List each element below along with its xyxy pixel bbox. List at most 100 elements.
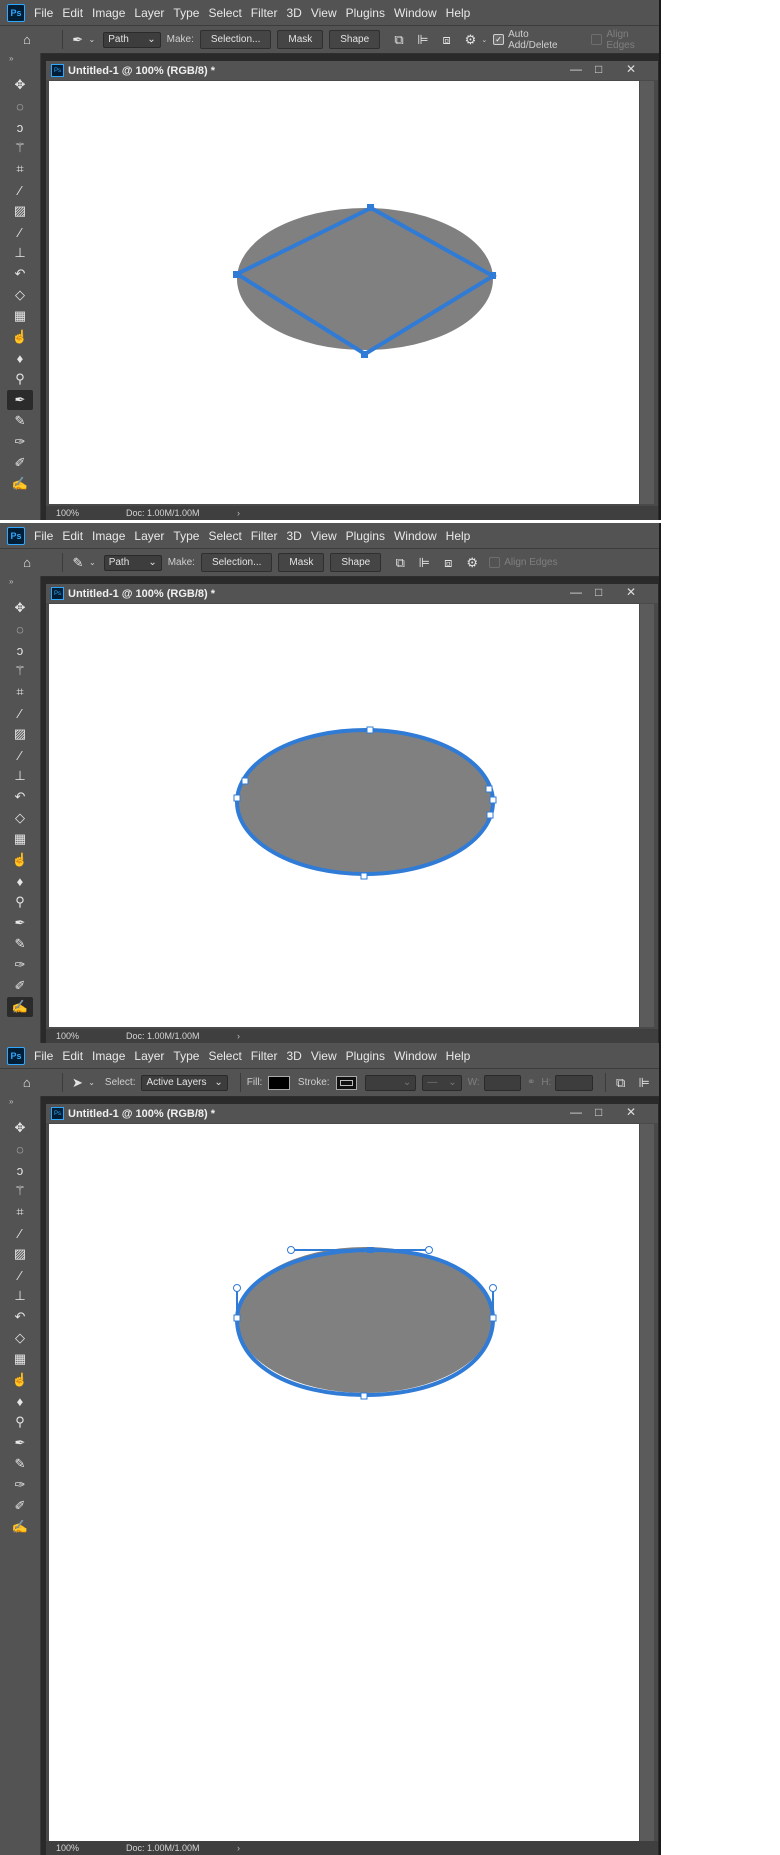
anchor-point[interactable] [360,872,368,880]
lasso-icon[interactable]: ↄ [7,1160,33,1180]
direction-handle[interactable] [233,1284,241,1292]
menu-plugins[interactable]: Plugins [346,529,393,543]
pen-icon[interactable]: ✒ [7,1433,33,1453]
chevron-down-icon[interactable]: ⌄ [481,36,487,44]
brush-icon[interactable]: ∕ [7,222,33,242]
menu-edit[interactable]: Edit [62,529,91,543]
pen-icon[interactable]: ✒ [7,913,33,933]
menu-filter[interactable]: Filter [251,6,286,20]
chevron-down-icon[interactable]: ⌄ [89,558,96,567]
convert-point-icon[interactable]: ✍ [7,1517,33,1537]
menu-plugins[interactable]: Plugins [346,6,393,20]
menu-window[interactable]: Window [394,529,445,543]
ellipse-marquee-icon[interactable]: ◌ [7,619,33,639]
anchor-point[interactable] [367,1247,374,1253]
anchor-point[interactable] [486,811,494,819]
blur-icon[interactable]: ♦ [7,348,33,368]
freeform-pen-icon[interactable]: ✎ [7,411,33,431]
menu-filter[interactable]: Filter [251,529,286,543]
document-tab[interactable]: Ps Untitled-1 @ 100% (RGB/8) * — □ ✕ [46,61,658,80]
gradient-icon[interactable]: ▦ [7,1349,33,1369]
home-icon[interactable]: ⌂ [18,554,36,572]
magic-wand-icon[interactable]: ⚚ [7,661,33,681]
move-icon[interactable]: ✥ [7,75,33,95]
collapse-icon[interactable]: » [0,576,40,588]
eraser-icon[interactable]: ◇ [7,285,33,305]
gear-icon[interactable]: ⚙ [463,554,481,572]
freeform-pen-icon[interactable]: ✎ [7,1454,33,1474]
healing-icon[interactable]: ▨ [7,1244,33,1264]
menu-layer[interactable]: Layer [134,529,172,543]
ps-logo-icon[interactable]: Ps [7,526,25,545]
path-operations-icon[interactable]: ⧉ [612,1074,630,1092]
path-arrangement-icon[interactable]: ⧈ [439,554,457,572]
anchor-point[interactable] [241,777,249,785]
zoom-level[interactable]: 100% [56,1031,86,1041]
menu-image[interactable]: Image [92,529,133,543]
menu-help[interactable]: Help [446,6,479,20]
anchor-point[interactable] [489,796,497,804]
anchor-point[interactable] [485,785,493,793]
anchor-point[interactable] [489,1314,497,1322]
direction-handle[interactable] [489,1284,497,1292]
delete-anchor-icon[interactable]: ✐ [7,976,33,996]
menu-layer[interactable]: Layer [134,6,172,20]
dodge-icon[interactable]: ⚲ [7,1412,33,1432]
anchor-point[interactable] [233,1314,241,1322]
anchor-point[interactable] [233,271,240,278]
stamp-icon[interactable]: ⊥ [7,1286,33,1306]
smudge-icon[interactable]: ☝ [7,1370,33,1390]
brush-icon[interactable]: ∕ [7,1265,33,1285]
menu-help[interactable]: Help [446,529,479,543]
smudge-icon[interactable]: ☝ [7,327,33,347]
history-brush-icon[interactable]: ↶ [7,787,33,807]
anchor-point[interactable] [367,204,374,211]
path-arrangement-icon[interactable]: ⧈ [438,31,456,49]
select-dropdown[interactable]: Active Layers ⌄ [141,1074,228,1091]
canvas[interactable] [49,1124,639,1546]
menu-3d[interactable]: 3D [286,6,309,20]
menu-type[interactable]: Type [173,529,207,543]
delete-anchor-icon[interactable]: ✐ [7,1496,33,1516]
minimize-icon[interactable]: — [570,62,582,76]
shape-button[interactable]: Shape [330,553,382,572]
vertical-scrollbar[interactable] [640,81,654,504]
menu-type[interactable]: Type [173,1049,207,1063]
menu-window[interactable]: Window [394,6,445,20]
ps-logo-icon[interactable]: Ps [7,3,25,22]
stamp-icon[interactable]: ⊥ [7,243,33,263]
pen-icon[interactable]: ✒ [7,390,33,410]
menu-edit[interactable]: Edit [62,6,91,20]
freeform-pen-icon[interactable]: ✎ [7,934,33,954]
menu-filter[interactable]: Filter [251,1049,286,1063]
path-operations-icon[interactable]: ⧉ [391,554,409,572]
menu-type[interactable]: Type [173,6,207,20]
anchor-point[interactable] [489,272,496,279]
canvas[interactable] [49,604,639,1027]
canvas[interactable] [49,81,639,504]
gear-icon[interactable]: ⚙ [462,31,480,49]
stroke-swatch[interactable] [335,1075,358,1090]
ellipse-marquee-icon[interactable]: ◌ [7,96,33,116]
brush-icon[interactable]: ∕ [7,745,33,765]
anchor-point[interactable] [366,726,374,734]
menu-layer[interactable]: Layer [134,1049,172,1063]
freeform-pen-preset-icon[interactable]: ✎ [69,554,87,572]
align-edges-checkbox[interactable] [591,34,603,45]
menu-view[interactable]: View [311,1049,345,1063]
home-icon[interactable]: ⌂ [18,31,36,49]
dodge-icon[interactable]: ⚲ [7,369,33,389]
menu-file[interactable]: File [34,6,61,20]
zoom-level[interactable]: 100% [56,508,86,518]
crop-icon[interactable]: ⌗ [7,1202,33,1222]
path-alignment-icon[interactable]: ⊫ [415,554,433,572]
zoom-level[interactable]: 100% [56,1843,86,1853]
mask-button[interactable]: Mask [278,553,325,572]
align-edges-checkbox[interactable] [489,557,501,568]
magic-wand-icon[interactable]: ⚚ [7,138,33,158]
eyedropper-icon[interactable]: ⁄ [7,180,33,200]
chevron-down-icon[interactable]: ⌄ [89,35,96,44]
height-field[interactable] [555,1074,593,1091]
move-icon[interactable]: ✥ [7,1118,33,1138]
maximize-icon[interactable]: □ [595,585,602,599]
